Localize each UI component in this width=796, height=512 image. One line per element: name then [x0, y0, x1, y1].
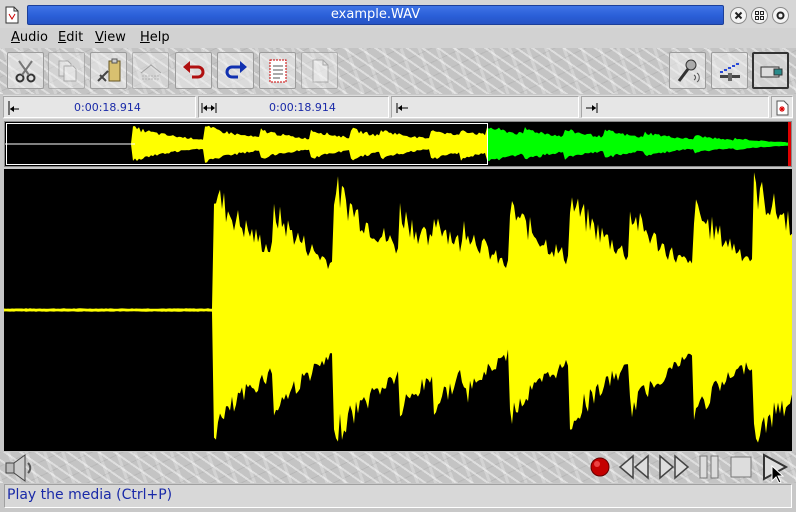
- pause-icon[interactable]: [697, 453, 723, 481]
- waveform-overview[interactable]: [4, 121, 792, 167]
- marker-icon: [776, 100, 789, 116]
- selection-bar: 0:00:18.914 0:00:18.914: [3, 95, 793, 119]
- cursor-end-field[interactable]: [581, 96, 769, 118]
- maximize-icon[interactable]: [751, 7, 768, 24]
- fast-forward-icon[interactable]: [657, 453, 691, 481]
- connection-button[interactable]: [752, 52, 789, 89]
- speaker-icon[interactable]: [4, 454, 36, 482]
- undo-icon: [183, 61, 205, 79]
- levels-button[interactable]: [711, 52, 748, 89]
- status-bar: Play the media (Ctrl+P): [4, 484, 792, 508]
- visible-region-frame[interactable]: [6, 123, 488, 165]
- document-icon: [312, 59, 329, 83]
- paste-mix-icon: [140, 64, 162, 80]
- menu-edit[interactable]: Edit: [58, 30, 83, 45]
- close-icon[interactable]: [730, 7, 747, 24]
- microphone-icon: [677, 59, 700, 83]
- record-icon[interactable]: [588, 455, 612, 479]
- play-icon[interactable]: [760, 452, 794, 483]
- menu-audio[interactable]: Audio: [11, 30, 48, 45]
- waveform-view[interactable]: [4, 169, 792, 451]
- waveform-shape: [4, 172, 792, 443]
- selection-length-time: 0:00:18.914: [269, 101, 336, 114]
- menu-view[interactable]: View: [95, 30, 126, 45]
- copy-icon: [58, 60, 77, 82]
- scissors-icon: [15, 60, 36, 83]
- overview-playhead: [788, 122, 791, 166]
- paste-icon: [97, 58, 121, 82]
- selection-start-field[interactable]: 0:00:18.914: [3, 96, 196, 118]
- rewind-icon[interactable]: [617, 453, 651, 481]
- menu-help[interactable]: Help: [140, 30, 170, 45]
- window-title: example.WAV: [27, 5, 724, 25]
- title-bar: example.WAV: [0, 0, 796, 30]
- record-settings-button[interactable]: [669, 52, 706, 89]
- marker-button[interactable]: [771, 96, 793, 118]
- paste-button[interactable]: [90, 52, 127, 89]
- new-document-button[interactable]: [301, 52, 338, 89]
- main-waveform: [4, 172, 792, 443]
- undo-button[interactable]: [175, 52, 212, 89]
- status-text: Play the media (Ctrl+P): [7, 487, 173, 503]
- connection-icon: [760, 66, 783, 78]
- menu-bar: Audio Edit View Help: [0, 28, 796, 48]
- cursor-right-icon: [586, 103, 598, 113]
- selection-length-field[interactable]: 0:00:18.914: [198, 96, 389, 118]
- clipboard-icon: [269, 59, 287, 83]
- clipboard-button[interactable]: [259, 52, 296, 89]
- system-menu-icon[interactable]: [4, 6, 20, 24]
- levels-icon: [720, 63, 740, 81]
- cursor-position-field[interactable]: [391, 96, 579, 118]
- copy-button[interactable]: [48, 52, 85, 89]
- stop-icon[interactable]: [728, 454, 754, 480]
- redo-icon: [225, 61, 247, 79]
- cut-button[interactable]: [7, 52, 44, 89]
- selection-start-icon: [8, 101, 19, 115]
- cursor-left-icon: [396, 103, 408, 113]
- transport-bar: [0, 452, 796, 483]
- paste-mix-button[interactable]: [132, 52, 169, 89]
- minimize-icon[interactable]: [772, 7, 789, 24]
- redo-button[interactable]: [217, 52, 254, 89]
- selection-start-time: 0:00:18.914: [74, 101, 141, 114]
- selection-length-icon: [201, 103, 217, 113]
- waveform-shape: [487, 127, 791, 162]
- toolbar: [0, 48, 796, 94]
